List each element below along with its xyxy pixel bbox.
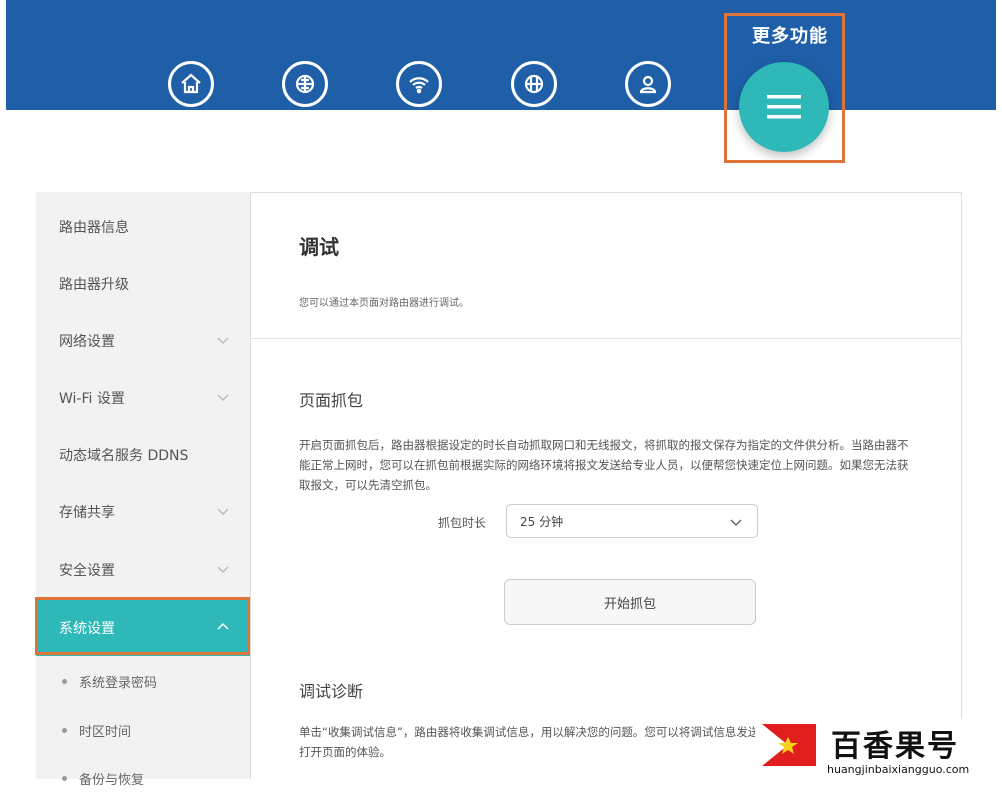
sidebar-item-router-upgrade[interactable]: 路由器升级 [36, 255, 250, 312]
wifi-icon[interactable] [396, 61, 442, 107]
watermark: 百香果号 huangjinbaixiangguo.com [755, 719, 1002, 779]
network-icon[interactable] [282, 61, 328, 107]
sidebar-item-label: 存储共享 [59, 504, 115, 521]
page-description: 您可以通过本页面对路由器进行调试。 [299, 298, 469, 309]
user-icon[interactable] [625, 61, 671, 107]
chevron-down-icon [730, 519, 742, 527]
debug-diagnosis-title: 调试诊断 [299, 682, 364, 701]
sidebar-item-label: 路由器信息 [59, 219, 129, 236]
sidebar-item-label: Wi-Fi 设置 [59, 390, 125, 407]
bullet-icon [62, 775, 67, 781]
sidebar-subitem-label: 时区时间 [79, 724, 132, 740]
bullet-icon [62, 678, 67, 684]
more-functions-highlight-box [724, 13, 845, 163]
brand-logo-icon [762, 724, 816, 766]
system-settings-highlight-box [35, 597, 250, 655]
bullet-icon [62, 727, 67, 733]
capture-duration-select[interactable]: 25 分钟 [506, 504, 758, 538]
chevron-down-icon [217, 394, 229, 402]
main-panel: 调试 您可以通过本页面对路由器进行调试。 页面抓包 开启页面抓包后，路由器根据设… [250, 192, 962, 779]
capture-duration-label: 抓包时长 [438, 516, 487, 530]
sidebar-item-label: 动态域名服务 DDNS [59, 447, 189, 464]
sidebar-subitem-label: 系统登录密码 [79, 675, 158, 691]
sidebar-item-label: 路由器升级 [59, 276, 129, 293]
chevron-down-icon [217, 337, 229, 345]
sidebar: 路由器信息 路由器升级 网络设置 Wi-Fi 设置 动态域名服务 DDNS 存储… [36, 192, 250, 788]
start-capture-button[interactable]: 开始抓包 [504, 579, 756, 625]
sidebar-item-label: 安全设置 [59, 562, 115, 579]
capture-duration-value: 25 分钟 [520, 514, 564, 529]
sidebar-subitem-login-password[interactable]: 系统登录密码 [36, 661, 250, 701]
sidebar-subitem-timezone[interactable]: 时区时间 [36, 710, 250, 750]
sidebar-item-storage-sharing[interactable]: 存储共享 [36, 483, 250, 540]
home-icon[interactable] [168, 61, 214, 107]
sidebar-subitem-backup[interactable]: 备份与恢复 [36, 758, 250, 798]
sidebar-item-router-info[interactable]: 路由器信息 [36, 198, 250, 255]
sidebar-item-wifi-settings[interactable]: Wi-Fi 设置 [36, 369, 250, 426]
start-capture-label: 开始抓包 [603, 596, 656, 612]
packet-capture-description: 开启页面抓包后，路由器根据设定的时长自动抓取网口和无线报文，将抓取的报文保存为指… [299, 438, 909, 492]
watermark-domain: huangjinbaixiangguo.com [827, 763, 970, 776]
sidebar-item-ddns[interactable]: 动态域名服务 DDNS [36, 426, 250, 483]
sidebar-item-label: 网络设置 [59, 333, 115, 350]
sidebar-item-network-settings[interactable]: 网络设置 [36, 312, 250, 369]
divider [251, 338, 961, 339]
watermark-brand: 百香果号 [831, 729, 959, 764]
page-title: 调试 [299, 235, 339, 259]
packet-capture-title: 页面抓包 [299, 391, 364, 410]
top-navigation-bar: 更多功能 [6, 0, 996, 110]
device-icon[interactable] [511, 61, 557, 107]
sidebar-subitem-label: 备份与恢复 [79, 772, 145, 788]
chevron-down-icon [217, 566, 229, 574]
sidebar-item-security-settings[interactable]: 安全设置 [36, 541, 250, 598]
chevron-down-icon [217, 508, 229, 516]
